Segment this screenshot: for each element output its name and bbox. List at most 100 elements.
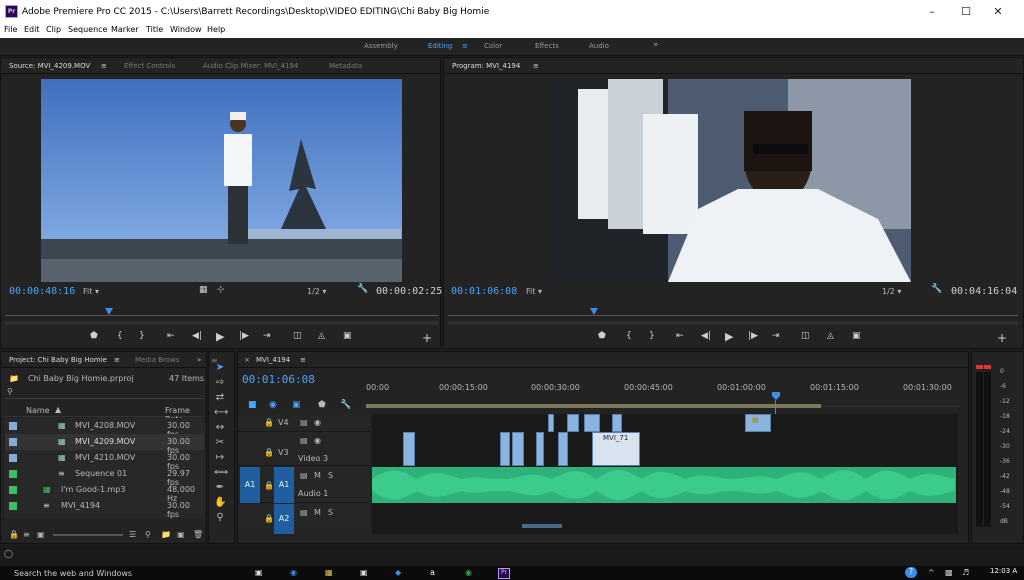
go-to-out-icon[interactable]: ⇥ xyxy=(772,331,780,341)
menu-title[interactable]: Title xyxy=(146,25,163,34)
menu-edit[interactable]: Edit xyxy=(24,25,40,34)
tray-up-icon[interactable]: ^ xyxy=(928,568,940,579)
slide-icon[interactable]: ⟺ xyxy=(214,467,228,479)
audio-clip[interactable] xyxy=(371,467,956,503)
menu-marker[interactable]: Marker xyxy=(111,25,139,34)
program-timecode[interactable]: 00:01:06:08 xyxy=(451,286,517,297)
workspace-overflow-icon[interactable]: » xyxy=(653,40,659,50)
video-clip[interactable] xyxy=(567,414,579,432)
clip-indicator[interactable] xyxy=(976,365,983,369)
play-icon[interactable]: ▶ xyxy=(725,330,733,343)
timeline-timecode[interactable]: 00:01:06:08 xyxy=(242,373,315,386)
rolling-edit-icon[interactable]: ⟷ xyxy=(214,407,228,419)
workspace-editing[interactable]: Editing xyxy=(428,42,452,50)
mark-out-icon[interactable]: } xyxy=(649,331,655,341)
label-color-swatch[interactable] xyxy=(9,454,17,462)
workspace-assembly[interactable]: Assembly xyxy=(364,42,398,50)
timeline-tracks[interactable]: ▦ MVI_71 xyxy=(371,414,958,534)
source-video-frame[interactable] xyxy=(41,79,402,282)
source-resolution-dropdown[interactable]: 1/2 ▾ xyxy=(307,287,326,296)
program-time-ruler[interactable] xyxy=(448,308,1018,316)
wrench-icon[interactable]: 🔧 xyxy=(931,284,942,294)
go-to-in-icon[interactable]: ⇤ xyxy=(676,331,684,341)
solo-button[interactable]: S xyxy=(328,471,333,480)
tab-effect-controls[interactable]: Effect Controls xyxy=(124,62,175,70)
list-item[interactable]: ≡ MVI_4194 30.00 fps xyxy=(5,498,204,519)
minimize-icon[interactable]: – xyxy=(924,4,940,20)
time-ruler[interactable]: 00:00 00:00:15:00 00:00:30:00 00:00:45:0… xyxy=(366,377,960,408)
help-icon[interactable]: ? xyxy=(905,567,917,578)
video-clip[interactable] xyxy=(512,432,524,466)
video-clip[interactable] xyxy=(548,414,554,432)
filmstrip-icon[interactable]: ▤ xyxy=(300,418,308,427)
tab-media-browser[interactable]: Media Brows xyxy=(135,356,179,364)
menu-sequence[interactable]: Sequence xyxy=(68,25,107,34)
source-fit-dropdown[interactable]: Fit ▾ xyxy=(83,287,99,296)
solo-button[interactable]: S xyxy=(328,508,333,517)
label-color-swatch[interactable] xyxy=(9,438,17,446)
slip-icon[interactable]: ↦ xyxy=(214,452,226,464)
camera-icon[interactable]: ▣ xyxy=(343,331,352,341)
go-to-out-icon[interactable]: ⇥ xyxy=(263,331,271,341)
close-icon[interactable]: ✕ xyxy=(990,4,1006,20)
store-icon[interactable]: ▣ xyxy=(360,568,372,579)
video-clip[interactable] xyxy=(403,432,415,466)
sync-icon[interactable]: ▤ xyxy=(300,471,308,480)
taskbar-search[interactable]: Search the web and Windows xyxy=(14,569,132,578)
lock-icon[interactable]: 🔒 xyxy=(9,530,19,539)
program-resolution-dropdown[interactable]: 1/2 ▾ xyxy=(882,287,901,296)
menu-clip[interactable]: Clip xyxy=(46,25,61,34)
add-button-icon[interactable]: + xyxy=(422,331,432,345)
add-marker-icon[interactable]: ⬟ xyxy=(90,331,98,341)
linked-selection-icon[interactable]: ▣ xyxy=(292,400,301,410)
label-color-swatch[interactable] xyxy=(9,486,17,494)
camera-icon[interactable]: ▣ xyxy=(852,331,861,341)
workspace-effects[interactable]: Effects xyxy=(535,42,559,50)
panel-overflow-icon[interactable]: » xyxy=(197,356,201,364)
dropbox-icon[interactable]: ◆ xyxy=(395,568,407,579)
source-zoom-scroll[interactable] xyxy=(5,321,438,325)
nest-icon[interactable]: ■ xyxy=(248,400,257,410)
program-menu-icon[interactable]: ≡ xyxy=(533,62,539,70)
icon-view-icon[interactable]: ▣ xyxy=(37,530,45,539)
mute-button[interactable]: M xyxy=(314,508,321,517)
add-marker-icon[interactable]: ⬟ xyxy=(318,400,326,410)
program-zoom-scroll[interactable] xyxy=(448,321,1018,325)
extract-icon[interactable]: ◬ xyxy=(827,331,834,341)
step-back-icon[interactable]: ◀| xyxy=(701,331,711,341)
mark-out-icon[interactable]: } xyxy=(139,331,145,341)
selection-tool-icon[interactable]: ➤ xyxy=(214,362,226,374)
menu-help[interactable]: Help xyxy=(207,25,225,34)
add-button-icon[interactable]: + xyxy=(997,331,1007,345)
track-label-a2[interactable]: A2 xyxy=(274,504,294,534)
insert-icon[interactable]: ◫ xyxy=(293,331,302,341)
overwrite-icon[interactable]: ◬ xyxy=(318,331,325,341)
project-menu-icon[interactable]: ≡ xyxy=(114,356,120,364)
video-clip[interactable] xyxy=(536,432,544,466)
amazon-icon[interactable]: a xyxy=(430,568,442,579)
track-label-v4[interactable]: V4 xyxy=(278,418,289,427)
step-back-icon[interactable]: ◀| xyxy=(192,331,202,341)
project-search-input[interactable]: ⚲ xyxy=(5,387,204,399)
rate-stretch-icon[interactable]: ↔ xyxy=(214,422,226,434)
close-icon[interactable]: × xyxy=(244,356,250,364)
eye-icon[interactable]: ◉ xyxy=(314,436,321,445)
clip-indicator[interactable] xyxy=(984,365,991,369)
source-menu-icon[interactable]: ≡ xyxy=(101,62,107,70)
track-label-a1[interactable]: A1 xyxy=(274,467,294,503)
list-item[interactable]: ▦ MVI_4208.MOV 30.00 fps xyxy=(5,418,204,439)
volume-icon[interactable]: ♬ xyxy=(962,568,974,579)
video-clip[interactable]: ▦ xyxy=(745,414,771,432)
add-marker-icon[interactable]: ⬟ xyxy=(598,331,606,341)
render-status-icon[interactable]: ◯ xyxy=(4,549,13,558)
mark-in-icon[interactable]: { xyxy=(117,331,123,341)
source-playhead[interactable] xyxy=(105,308,113,315)
video-clip[interactable] xyxy=(584,414,600,432)
ripple-edit-icon[interactable]: ⇄ xyxy=(214,392,226,404)
sort-ascending-icon[interactable]: ▲ xyxy=(55,405,61,414)
list-item[interactable]: ▦ I'm Good-1.mp3 48,000 Hz xyxy=(5,482,204,503)
video-clip[interactable] xyxy=(558,432,568,466)
maximize-icon[interactable]: ☐ xyxy=(958,4,974,20)
track-label-v3[interactable]: V3 xyxy=(278,448,289,457)
wrench-icon[interactable]: 🔧 xyxy=(357,284,368,294)
